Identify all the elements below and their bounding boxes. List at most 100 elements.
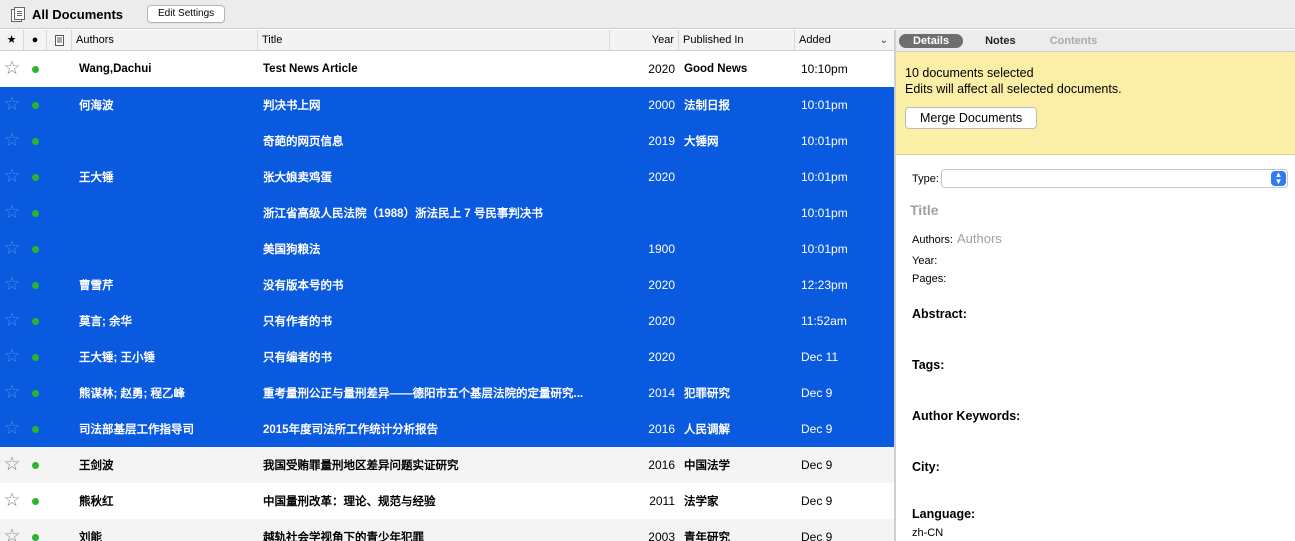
read-status-cell[interactable] — [24, 245, 47, 253]
star-icon[interactable]: ☆ — [0, 519, 24, 541]
cell-published-in: 法制日报 — [684, 100, 730, 112]
cell-published-in: 犯罪研究 — [684, 388, 730, 400]
cell-title: 美国狗粮法 — [263, 244, 321, 256]
column-header-added-label: Added — [799, 34, 831, 46]
table-row[interactable]: ☆ 王大锤 张大娘卖鸡蛋 2020 10:01pm — [0, 159, 894, 195]
table-row[interactable]: ☆ 熊秋红 中国量刑改革：理论、规范与经验 2011 法学家 Dec 9 — [0, 483, 894, 519]
read-status-cell[interactable] — [24, 101, 47, 109]
table-row[interactable]: ☆ 王剑波 我国受贿罪量刑地区差异问题实证研究 2016 中国法学 Dec 9 — [0, 447, 894, 483]
tags-label[interactable]: Tags: — [912, 358, 1295, 372]
detail-fields: Type: ▲ ▼ Title Authors: Authors Year: Pa… — [896, 169, 1295, 539]
cell-title: 重考量刑公正与量刑差异——德阳市五个基层法院的定量研究... — [263, 388, 584, 400]
star-icon[interactable]: ☆ — [0, 231, 24, 267]
read-status-cell[interactable] — [24, 209, 47, 217]
table-row[interactable]: ☆ Wang,Dachui Test News Article 2020 Good Ne… — [0, 51, 894, 87]
star-icon[interactable]: ☆ — [0, 51, 24, 87]
cell-title: Test News Article — [263, 63, 358, 75]
tab-notes[interactable]: Notes — [973, 34, 1028, 48]
cell-year: 1900 — [648, 242, 675, 256]
year-label[interactable]: Year: — [912, 255, 1295, 267]
chevron-down-icon[interactable]: ⌄ — [880, 30, 888, 51]
multi-selection-banner: 10 documents selected Edits will affect … — [896, 52, 1295, 155]
read-status-cell[interactable] — [24, 389, 47, 397]
cell-authors: 熊谋林; 赵勇; 程乙峰 — [79, 388, 186, 400]
unread-dot-icon — [32, 353, 39, 361]
column-header-read-status[interactable]: ● — [24, 30, 47, 50]
type-select[interactable]: ▲ ▼ — [940, 169, 1288, 188]
column-header-added[interactable]: Added ⌄ — [795, 30, 894, 50]
star-icon[interactable]: ☆ — [0, 303, 24, 339]
cell-title: 只有作者的书 — [263, 316, 332, 328]
cell-authors: 熊秋红 — [79, 496, 114, 508]
details-panel: Details Notes Contents 10 documents sele… — [896, 30, 1295, 541]
read-status-cell[interactable] — [24, 425, 47, 433]
unread-dot-icon — [32, 209, 39, 217]
city-label[interactable]: City: — [912, 460, 1295, 474]
read-status-cell[interactable] — [24, 533, 47, 541]
read-status-cell[interactable] — [24, 353, 47, 361]
unread-dot-icon — [32, 137, 39, 145]
star-icon[interactable]: ☆ — [0, 87, 24, 123]
authors-field[interactable]: Authors — [957, 231, 1002, 246]
unread-dot-icon — [32, 281, 39, 289]
pages-label[interactable]: Pages: — [912, 273, 1295, 285]
read-status-cell[interactable] — [24, 281, 47, 289]
table-row[interactable]: ☆ 奇葩的网页信息 2019 大锤网 10:01pm — [0, 123, 894, 159]
cell-year: 2011 — [649, 494, 675, 508]
unread-dot-icon — [32, 245, 39, 253]
cell-authors: 王大锤 — [79, 172, 114, 184]
unread-dot-icon — [32, 317, 39, 325]
cell-year: 2020 — [648, 170, 675, 184]
read-status-cell[interactable] — [24, 137, 47, 145]
column-header-attachment[interactable] — [47, 30, 72, 50]
read-status-cell[interactable] — [24, 461, 47, 469]
table-row[interactable]: ☆ 浙江省高级人民法院（1988）浙法民上 7 号民事判决书 10:01pm — [0, 195, 894, 231]
star-icon[interactable]: ☆ — [0, 159, 24, 195]
star-icon[interactable]: ☆ — [0, 339, 24, 375]
language-value[interactable]: zh-CN — [912, 527, 1295, 539]
abstract-label[interactable]: Abstract: — [912, 307, 1295, 321]
column-header-title[interactable]: Title — [258, 30, 610, 50]
cell-year: 2000 — [648, 98, 675, 112]
column-header-published-in[interactable]: Published In — [679, 30, 795, 50]
edit-settings-button[interactable]: Edit Settings — [147, 5, 226, 23]
cell-added: 10:01pm — [801, 206, 848, 220]
type-label: Type: — [912, 172, 939, 185]
read-status-cell[interactable] — [24, 173, 47, 181]
tab-details[interactable]: Details — [899, 33, 964, 48]
table-row[interactable]: ☆ 莫言; 余华 只有作者的书 2020 11:52am — [0, 303, 894, 339]
star-icon[interactable]: ☆ — [0, 411, 24, 447]
cell-title: 浙江省高级人民法院（1988）浙法民上 7 号民事判决书 — [263, 208, 543, 220]
read-status-cell[interactable] — [24, 497, 47, 505]
table-row[interactable]: ☆ 王大锤; 王小锤 只有编者的书 2020 Dec 11 — [0, 339, 894, 375]
star-icon[interactable]: ☆ — [0, 483, 24, 519]
merge-documents-button[interactable]: Merge Documents — [905, 107, 1038, 129]
table-row[interactable]: ☆ 美国狗粮法 1900 10:01pm — [0, 231, 894, 267]
cell-added: Dec 9 — [801, 458, 833, 472]
cell-year: 2020 — [648, 314, 675, 328]
read-status-cell[interactable] — [24, 65, 47, 73]
table-row[interactable]: ☆ 刘能 越轨社会学视角下的青少年犯罪 2003 青年研究 Dec 9 — [0, 519, 894, 541]
column-header-authors[interactable]: Authors — [72, 30, 258, 50]
table-row[interactable]: ☆ 熊谋林; 赵勇; 程乙峰 重考量刑公正与量刑差异——德阳市五个基层法院的定量研究… — [0, 375, 894, 411]
read-status-cell[interactable] — [24, 317, 47, 325]
column-header-year[interactable]: Year — [610, 30, 679, 50]
column-header-favorite[interactable]: ★ — [0, 30, 24, 50]
cell-published-in: 法学家 — [684, 496, 719, 508]
cell-added: 10:01pm — [801, 134, 848, 148]
title-field[interactable]: Title — [910, 202, 1295, 218]
star-icon[interactable]: ☆ — [0, 195, 24, 231]
star-icon[interactable]: ☆ — [0, 123, 24, 159]
cell-published-in: Good News — [684, 63, 748, 75]
document-list: ★ ● Authors Title Year Published In Adde… — [0, 30, 894, 541]
table-row[interactable]: ☆ 曹雪芹 没有版本号的书 2020 12:23pm — [0, 267, 894, 303]
author-keywords-label[interactable]: Author Keywords: — [912, 409, 1295, 423]
table-row[interactable]: ☆ 司法部基层工作指导司 2015年度司法所工作统计分析报告 2016 人民调解 Dec … — [0, 411, 894, 447]
star-icon[interactable]: ☆ — [0, 375, 24, 411]
cell-title: 张大娘卖鸡蛋 — [263, 172, 332, 184]
tab-contents: Contents — [1049, 34, 1098, 47]
star-icon[interactable]: ☆ — [0, 447, 24, 483]
star-icon[interactable]: ☆ — [0, 267, 24, 303]
table-row[interactable]: ☆ 何海波 判决书上网 2000 法制日报 10:01pm — [0, 87, 894, 123]
cell-title: 中国量刑改革：理论、规范与经验 — [263, 496, 436, 508]
